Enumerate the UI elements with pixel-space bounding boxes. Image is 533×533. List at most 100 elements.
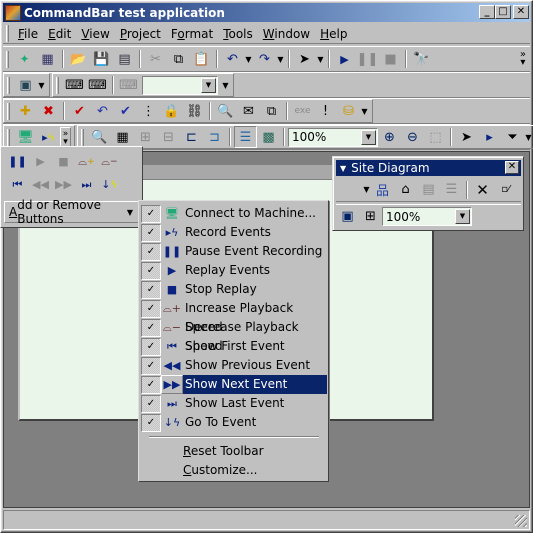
check-icon[interactable]: ✓	[141, 318, 161, 337]
toolbar-grip[interactable]	[7, 102, 10, 120]
menu-project[interactable]: Project	[115, 25, 166, 43]
menu-window[interactable]: Window	[258, 25, 315, 43]
check-icon[interactable]: ✓	[141, 299, 161, 318]
goto-event-icon[interactable]: ↓ ϟ	[98, 174, 121, 196]
next-event-icon[interactable]: ▶▶	[52, 174, 75, 196]
add-to-source-icon[interactable]: ✚	[14, 100, 37, 122]
paste-icon[interactable]: 📋	[190, 48, 213, 70]
toolbar-grip[interactable]	[56, 76, 59, 94]
check-icon[interactable]: ✓	[141, 223, 161, 242]
redo-dropdown[interactable]: ▼	[276, 55, 285, 64]
minimize-button[interactable]: _	[479, 5, 495, 19]
undo-icon[interactable]: ↶	[221, 48, 244, 70]
menu-item-goto-event[interactable]: ✓ ↓ϟ Go To Event	[141, 413, 327, 432]
toolbar-options-dropdown[interactable]: ▼	[221, 81, 230, 90]
zoom-in-icon[interactable]: ⊕	[378, 126, 401, 148]
record-events-icon[interactable]: ▸ ϟ	[37, 126, 60, 148]
first-event-icon[interactable]: ⏮	[6, 174, 29, 196]
zoom-out-icon[interactable]: ⊖	[401, 126, 424, 148]
zoom-combo[interactable]: 100% ▼	[288, 127, 378, 147]
filter-icon[interactable]: ⏷	[501, 126, 524, 148]
pause-icon[interactable]: ❚❚	[356, 48, 379, 70]
add-page-icon[interactable]: ▣	[336, 206, 359, 228]
last-event-icon[interactable]: ⏭	[75, 174, 98, 196]
unlink-icon[interactable]: ▫⁄	[494, 179, 517, 201]
menu-item-first-event[interactable]: ✓ ⏮ Show First Event	[141, 337, 327, 356]
menu-item-next-event[interactable]: ✓ ▶▶ Show Next Event	[141, 375, 327, 394]
filter-dropdown[interactable]: ▼	[524, 133, 533, 142]
pointer-icon[interactable]: ➤	[455, 126, 478, 148]
chevron-down-icon[interactable]: ▼	[340, 164, 346, 173]
exe-icon[interactable]: exe	[291, 100, 314, 122]
site-diagram-caption[interactable]: ▼ Site Diagram ✕	[336, 160, 521, 176]
close-icon[interactable]: ✕	[505, 161, 519, 174]
page-icon[interactable]: ▤	[417, 179, 440, 201]
menu-format[interactable]: Format	[166, 25, 218, 43]
zoom-fit-icon[interactable]: ⬚	[424, 126, 447, 148]
check-icon[interactable]: ✓	[141, 204, 161, 223]
keyboard-disabled-icon[interactable]: ⌨	[117, 74, 140, 96]
menu-item-connect-machine[interactable]: ✓ 🖥 Connect to Machine...	[141, 204, 327, 223]
checkout-icon[interactable]: ✔	[68, 100, 91, 122]
options-dropdown[interactable]: ▼	[362, 185, 371, 194]
remove-from-source-icon[interactable]: ✖	[37, 100, 60, 122]
decrease-speed-icon[interactable]: ⌓ −	[98, 151, 121, 173]
undo-checkout-icon[interactable]: ↶	[91, 100, 114, 122]
wrap-icon[interactable]: ☰	[440, 179, 463, 201]
pointer-dropdown[interactable]: ▼	[316, 55, 325, 64]
check-icon[interactable]: ✓	[141, 375, 161, 394]
relation-right-icon[interactable]: ⊐	[203, 126, 226, 148]
delete-icon[interactable]: ✕	[471, 179, 494, 201]
grid-icon[interactable]: ▩	[257, 126, 280, 148]
copy-icon[interactable]: ⧉	[167, 48, 190, 70]
connect-machine-icon[interactable]: 🖥	[14, 126, 37, 148]
redo-icon[interactable]: ↷	[253, 48, 276, 70]
menu-item-record-events[interactable]: ✓ ▸ϟ Record Events	[141, 223, 327, 242]
menu-item-decrease-speed[interactable]: ✓ ⌓− Decrease Playback Speed	[141, 318, 327, 353]
layout-icon[interactable]: ⊞	[359, 206, 382, 228]
menu-item-increase-speed[interactable]: ✓ ⌓+ Increase Playback Speed	[141, 299, 327, 334]
check-icon[interactable]: ✓	[141, 242, 161, 261]
home-page-icon[interactable]: ⌂	[394, 179, 417, 201]
menu-item-stop-replay[interactable]: ✓ ■ Stop Replay	[141, 280, 327, 299]
view-window-icon[interactable]: ▣	[14, 74, 37, 96]
layout-disabled-icon[interactable]: ⊞	[134, 126, 157, 148]
menu-item-previous-event[interactable]: ✓ ◀◀ Show Previous Event	[141, 356, 327, 375]
menu-file[interactable]: File	[13, 25, 43, 43]
relation-disabled-icon[interactable]: ⊟	[157, 126, 180, 148]
save-all-icon[interactable]: ▤	[113, 48, 136, 70]
table-icon[interactable]: ▦	[111, 126, 134, 148]
link-icon[interactable]: ⛓	[183, 100, 206, 122]
hierarchy-icon[interactable]: 品	[371, 179, 394, 201]
step-icon[interactable]: ▸	[478, 126, 501, 148]
keyboard-combo[interactable]: ▼	[142, 75, 218, 95]
open-icon[interactable]: 📂	[67, 48, 90, 70]
properties-icon[interactable]: ✉	[237, 100, 260, 122]
toolbar-overflow-button[interactable]: » ▾	[60, 127, 71, 147]
save-icon[interactable]: 💾	[90, 48, 113, 70]
toolbar-grip[interactable]	[7, 76, 10, 94]
pointer-timer-icon[interactable]: ➤	[293, 48, 316, 70]
menu-edit[interactable]: Edit	[43, 25, 76, 43]
menu-item-customize[interactable]: Customize...	[183, 461, 257, 480]
check-icon[interactable]: ✓	[141, 356, 161, 375]
relation-left-icon[interactable]: ⊏	[180, 126, 203, 148]
menubar-grip[interactable]	[6, 25, 9, 42]
database-icon[interactable]: ⛁	[337, 100, 360, 122]
pause-icon[interactable]: ❚❚	[6, 151, 29, 173]
menu-item-pause-recording[interactable]: ✓ ❚❚ Pause Event Recording	[141, 242, 327, 261]
menu-item-replay-events[interactable]: ✓ ▶ Replay Events	[141, 261, 327, 280]
keyboard-up-icon[interactable]: ⌨	[86, 74, 109, 96]
play-icon[interactable]: ▶	[333, 48, 356, 70]
view-dropdown[interactable]: ▼	[37, 81, 46, 90]
check-icon[interactable]: ✓	[141, 394, 161, 413]
menu-item-last-event[interactable]: ✓ ⏭ Show Last Event	[141, 394, 327, 413]
check-icon[interactable]: ✓	[141, 413, 161, 432]
toolbar-overflow-icon[interactable]: » ▾	[520, 50, 526, 68]
warning-icon[interactable]: !	[314, 100, 337, 122]
zoom-dropdown-arrow[interactable]: ▼	[455, 209, 470, 224]
check-icon[interactable]: ✓	[141, 280, 161, 299]
toolbar-grip[interactable]	[6, 50, 9, 68]
history-icon[interactable]: ⧉	[260, 100, 283, 122]
check-icon[interactable]: ✓	[141, 337, 161, 356]
